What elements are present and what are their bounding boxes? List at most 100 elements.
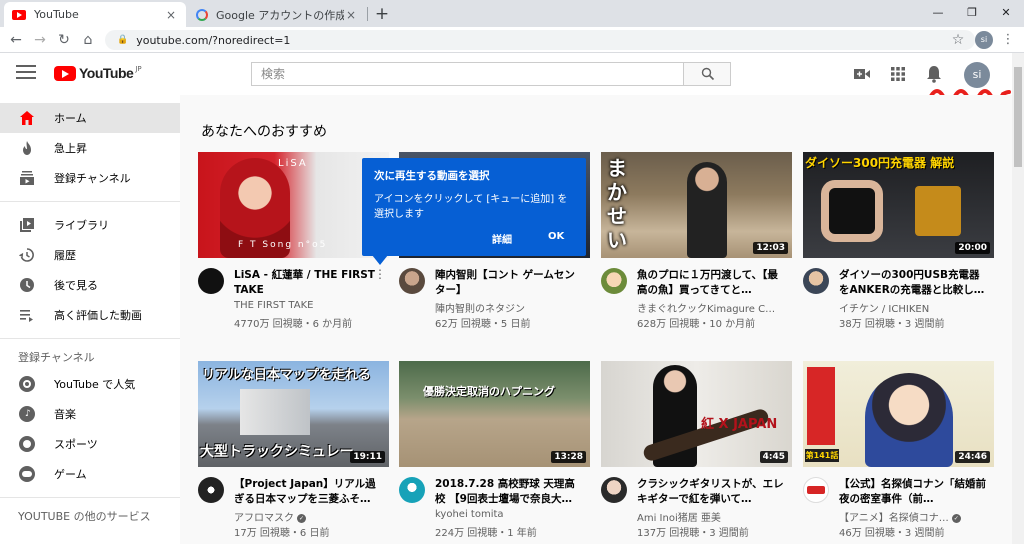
tooltip-body: アイコンをクリックして [キューに追加] を選択します [374,194,568,220]
scrollbar-thumb[interactable] [1014,67,1022,167]
video-meta: 陣内智則【コント ゲームセンター】 陣内智則のネタジン 62万 回視聴・5 日前 [399,258,590,348]
search-button[interactable] [683,62,731,86]
video-thumbnail[interactable]: 紅 X JAPAN 4:45 [601,361,792,467]
history-icon [18,246,36,264]
search-input[interactable]: 検索 [251,62,683,86]
notifications-bell-icon[interactable] [924,64,944,84]
video-stats: 62万 回視聴・5 日前 [435,319,531,330]
video-thumbnail[interactable]: 第141話 24:46 [803,361,994,467]
video-more-icon[interactable]: ⋮ [374,268,386,280]
sidebar-item-home[interactable]: ホーム [0,103,180,133]
video-thumbnail[interactable]: 優勝決定取消のハプニング 13:28 [399,361,590,467]
browser-profile-avatar[interactable]: si [975,31,993,49]
tab-google-account[interactable]: Google アカウントの作成時に個人情 × [188,2,366,27]
channel-name[interactable]: アフロマスク ✓ [234,509,384,524]
video-thumbnail[interactable]: ダイソー300円充電器 解説 20:00 [803,152,994,258]
video-meta: ダイソーの300円USB充電器をANKERの充電器と比較し… イチケン / IC… [803,258,994,348]
video-thumbnail[interactable]: リアルな日本マップを走れる 大型トラックシミュレー 19:11 [198,361,389,467]
sidebar-item-label: YouTube で人気 [54,378,136,391]
channel-avatar[interactable] [803,477,829,503]
sidebar-item-music[interactable]: ♪ 音楽 [0,399,180,429]
sidebar-item-history[interactable]: 履歴 [0,240,180,270]
video-card[interactable]: 第141話 24:46 【公式】名探偵コナン「結婚前夜の密室事件（前… 【アニメ… [803,361,994,557]
channel-avatar[interactable] [601,268,627,294]
tooltip-ok-button[interactable]: OK [548,231,564,242]
new-tab-button[interactable]: + [372,4,392,24]
window-close-button[interactable]: ✕ [990,3,1022,23]
tab-close-icon[interactable]: × [344,8,358,22]
channel-name[interactable]: kyohei tomita [435,509,585,520]
channel-avatar[interactable] [803,268,829,294]
sidebar-item-liked-videos[interactable]: 高く評価した動画 [0,300,180,330]
youtube-header: YouTube JP 検索 si [0,53,1012,95]
channel-avatar[interactable] [198,477,224,503]
video-card[interactable]: LiSA F T Song n°o5 LiSA - 紅蓮華 / THE FIRS… [198,152,389,348]
video-title[interactable]: LiSA - 紅蓮華 / THE FIRST TAKE [234,268,384,298]
video-card[interactable]: 紅 X JAPAN 4:45 クラシックギタリストが、エレキギターで紅を弾いて…… [601,361,792,557]
sidebar-item-subscriptions[interactable]: 登録チャンネル [0,163,180,193]
video-duration: 12:03 [753,242,788,254]
channel-avatar[interactable] [198,268,224,294]
channel-name[interactable]: Ami Inoi猪居 亜美 [637,509,787,524]
video-card[interactable]: リアルな日本マップを走れる 大型トラックシミュレー 19:11 【Project… [198,361,389,557]
reload-button[interactable]: ↻ [54,30,74,50]
back-button[interactable]: ← [6,30,26,50]
thumbnail-text: F T Song n°o5 [238,240,328,250]
video-thumbnail[interactable]: まかせい 12:03 [601,152,792,258]
channel-name[interactable]: THE FIRST TAKE [234,300,384,311]
channel-name[interactable]: 陣内智則のネタジン [435,300,585,315]
channel-name[interactable]: 【アニメ】名探偵コナ… ✓ [839,509,989,524]
video-title[interactable]: 陣内智則【コント ゲームセンター】 [435,268,585,298]
sidebar-item-trending[interactable]: 急上昇 [0,133,180,163]
channel-avatar[interactable] [399,268,425,294]
channel-avatar[interactable] [399,477,425,503]
lock-icon: 🔒 [117,35,129,45]
video-thumbnail[interactable]: LiSA F T Song n°o5 [198,152,389,258]
hamburger-menu-icon[interactable] [16,65,36,81]
channel-avatar[interactable] [601,477,627,503]
address-bar[interactable]: 🔒 youtube.com/?noredirect=1 [105,30,975,50]
browser-toolbar: ← → ↻ ⌂ 🔒 youtube.com/?noredirect=1 ☆ si… [0,27,1024,53]
sidebar-item-gaming[interactable]: ゲーム [0,459,180,489]
sidebar-item-label: 高く評価した動画 [54,309,142,322]
sidebar-item-youtube-popular[interactable]: YouTube で人気 [0,369,180,399]
sidebar-item-sports[interactable]: スポーツ [0,429,180,459]
video-card[interactable]: ダイソー300円充電器 解説 20:00 ダイソーの300円USB充電器をANK… [803,152,994,348]
sidebar-divider [0,497,180,498]
video-title[interactable]: 【公式】名探偵コナン「結婚前夜の密室事件（前… [839,477,989,507]
restore-button[interactable]: ❐ [956,3,988,23]
video-stats: 38万 回視聴・3 週間前 [839,319,945,330]
tooltip-details-button[interactable]: 詳細 [492,231,512,246]
apps-grid-icon[interactable] [888,64,908,84]
channel-logo-icon [807,486,825,494]
youtube-logo[interactable]: YouTube JP [54,65,142,81]
forward-button[interactable]: → [30,30,50,50]
search-icon [701,67,715,81]
tab-close-icon[interactable]: × [164,8,178,22]
sidebar-divider [0,338,180,339]
tab-youtube[interactable]: YouTube × [4,2,186,27]
video-title[interactable]: 【Project Japan】リアル過ぎる日本マップを三菱ふそ… [234,477,384,507]
channel-name-text: 【アニメ】名探偵コナ… [839,513,949,524]
browser-tab-strip: YouTube × Google アカウントの作成時に個人情 × + — ❐ ✕ [0,0,1024,27]
video-card[interactable]: まかせい 12:03 魚のプロに１万円渡して、【最高の魚】買ってきてと… きまぐ… [601,152,792,348]
create-video-icon[interactable] [852,64,872,84]
channel-name-text: Ami Inoi猪居 亜美 [637,513,721,524]
channel-name[interactable]: イチケン / ICHIKEN [839,300,989,315]
minimize-button[interactable]: — [922,3,954,23]
sidebar-item-library[interactable]: ライブラリ [0,210,180,240]
sidebar-item-label: 音楽 [54,408,76,421]
bookmark-star-icon[interactable]: ☆ [948,30,968,50]
video-card[interactable]: 優勝決定取消のハプニング 13:28 2018.7.28 高校野球 天理高校 【… [399,361,590,557]
video-title[interactable]: クラシックギタリストが、エレキギターで紅を弾いて… [637,477,787,507]
browser-menu-icon[interactable]: ⋮ [1000,30,1016,50]
video-title[interactable]: ダイソーの300円USB充電器をANKERの充電器と比較し… [839,268,989,298]
video-title[interactable]: 2018.7.28 高校野球 天理高校 【9回表士壇場で奈良大… [435,477,585,507]
sidebar-item-watch-later[interactable]: 後で見る [0,270,180,300]
video-stats: 137万 回視聴・3 週間前 [637,528,749,539]
page-scrollbar[interactable] [1012,53,1024,544]
sidebar-item-label: ゲーム [54,468,87,481]
home-button[interactable]: ⌂ [78,30,98,50]
channel-name[interactable]: きまぐれクックKimagure C… [637,300,787,315]
video-title[interactable]: 魚のプロに１万円渡して、【最高の魚】買ってきてと… [637,268,787,298]
